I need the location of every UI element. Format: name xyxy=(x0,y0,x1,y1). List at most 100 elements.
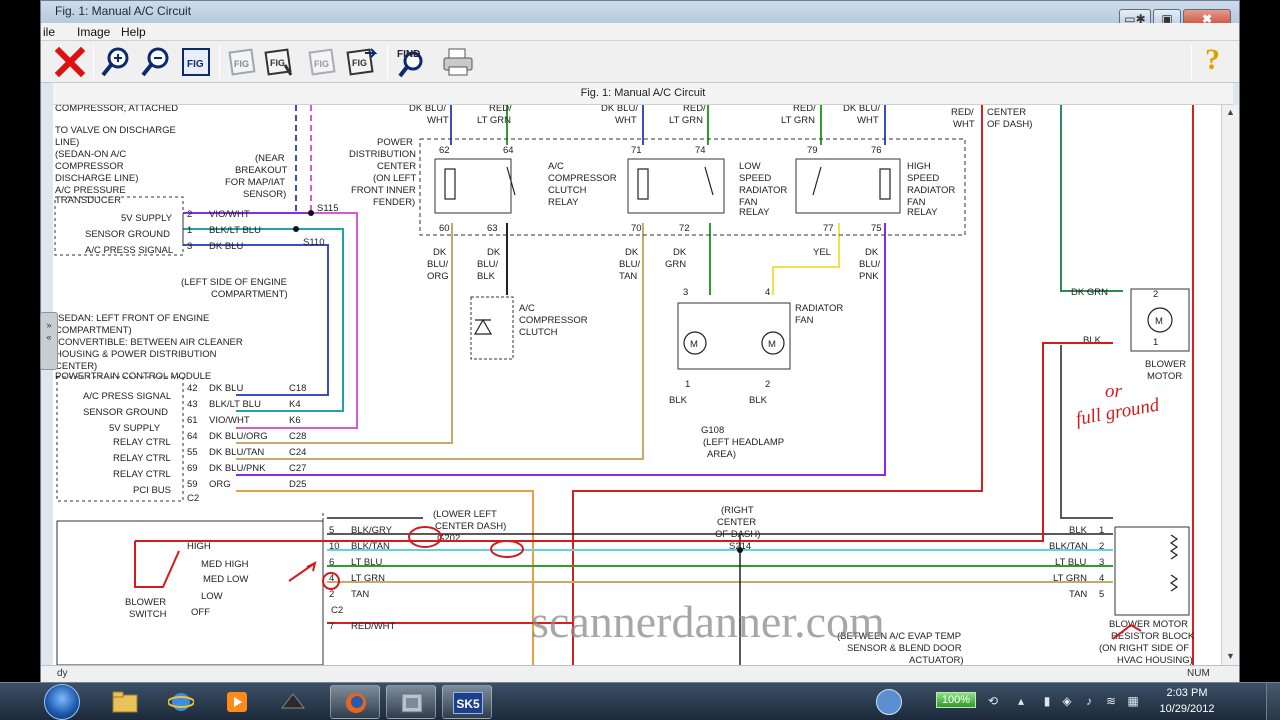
taskbar-app-4[interactable] xyxy=(268,685,318,719)
network-status-icon[interactable] xyxy=(876,689,902,715)
blower-motor-label: M xyxy=(1155,316,1163,327)
switch-pos-3: MED LOW xyxy=(203,574,248,585)
show-desktop-button[interactable] xyxy=(1266,683,1280,720)
side-panel-toggle[interactable]: » « xyxy=(40,312,58,370)
relay3-box xyxy=(795,158,901,214)
figure-print-icon[interactable]: FIG xyxy=(225,45,259,79)
label-s214: S214 xyxy=(729,541,751,552)
taskbar-firefox[interactable] xyxy=(330,685,380,719)
pcm-pin-6: 59 xyxy=(187,479,198,490)
zoom-out-icon[interactable] xyxy=(139,45,173,79)
switch-pos-4: LOW xyxy=(201,591,223,602)
relay1-box xyxy=(434,158,512,214)
pcm-wire-6: ORG xyxy=(209,479,231,490)
taskbar-explorer[interactable] xyxy=(100,685,150,719)
wire-dkgrn-blower xyxy=(1060,105,1123,292)
resistor-wire-1: BLK/TAN xyxy=(1049,541,1088,552)
relay2-box xyxy=(627,158,725,214)
resistor-wire-3: LT GRN xyxy=(1053,573,1087,584)
toolbar: FIG FIG FIG FIG FIG FIND ? xyxy=(41,41,1239,83)
title-bar[interactable]: Fig. 1: Manual A/C Circuit ▭✱ ▣ ✖ xyxy=(41,1,1239,30)
wire-below-1-0: DK xyxy=(487,247,501,258)
svg-text:FIG: FIG xyxy=(187,59,204,70)
status-bar: dy NUM xyxy=(41,665,1239,682)
left-note-7: TRANSDUCER xyxy=(55,195,121,206)
start-button[interactable] xyxy=(44,684,80,720)
handwriting-or: or xyxy=(1105,381,1123,402)
relay3-name-1: SPEED xyxy=(907,173,939,184)
zoom-in-icon[interactable] xyxy=(99,45,133,79)
scroll-up-icon[interactable]: ▲ xyxy=(1226,107,1235,117)
top-label-dkblu-wht-2: DK BLU/ xyxy=(601,105,638,114)
splice-s110 xyxy=(293,226,299,232)
taskbar-sk5[interactable]: SK5 xyxy=(442,685,492,719)
pdc-2: CENTER xyxy=(377,161,416,172)
switch-pos-2: MED HIGH xyxy=(201,559,249,570)
shield-icon[interactable]: ◈ xyxy=(1060,694,1074,708)
figure-previous-icon[interactable]: FIG xyxy=(305,45,339,79)
pcm-label-0: A/C PRESS SIGNAL xyxy=(83,391,171,402)
figure-next-icon[interactable]: FIG xyxy=(345,45,379,79)
figure-hand-icon[interactable]: FIG xyxy=(263,45,297,79)
pcm-note-5: POWERTRAIN CONTROL MODULE xyxy=(55,371,211,382)
top-label-dkblu-wht-3b: WHT xyxy=(857,115,879,126)
clock-date[interactable]: 10/29/2012 xyxy=(1152,703,1222,715)
relay2-name-4: RELAY xyxy=(739,207,770,218)
clock-time[interactable]: 2:03 PM xyxy=(1152,687,1222,699)
taskbar-app-6[interactable] xyxy=(386,685,436,719)
wire-below-0-1: BLU/ xyxy=(427,259,448,270)
menu-file[interactable]: ile xyxy=(43,25,55,39)
pcm-pin-2: 61 xyxy=(187,415,198,426)
switch-wire-4: TAN xyxy=(351,589,369,600)
printer-icon[interactable] xyxy=(441,45,475,79)
relay1-name-3: RELAY xyxy=(548,197,579,208)
taskbar-internet-explorer[interactable] xyxy=(156,685,206,719)
relay2-name-2: RADIATOR xyxy=(739,185,787,196)
top-label-red-ltgrn-2b: LT GRN xyxy=(669,115,703,126)
relay3-pin-2: 77 xyxy=(823,223,834,234)
volume-icon[interactable]: ♪ xyxy=(1082,694,1096,708)
relay1-name-2: CLUTCH xyxy=(548,185,587,196)
menu-help[interactable]: Help xyxy=(121,25,146,39)
svg-text:FIG: FIG xyxy=(314,59,329,69)
watermark: scannerdanner.com xyxy=(531,596,885,647)
taskbar-media-player[interactable] xyxy=(212,685,262,719)
pcm-pin-1: 43 xyxy=(187,399,198,410)
fan-pin3: 3 xyxy=(683,287,688,298)
app-6-icon xyxy=(401,693,423,713)
relay-internals xyxy=(444,166,1179,592)
relay2-pin-2: 70 xyxy=(631,223,642,234)
wire-below-2-2: TAN xyxy=(619,271,637,282)
wiring-diagram[interactable]: DK BLU/ WHT RED/ LT GRN DK BLU/ WHT RED/… xyxy=(53,105,1221,665)
figure-title-bar: Fig. 1: Manual A/C Circuit xyxy=(53,83,1233,105)
wireless-icon[interactable]: ≋ xyxy=(1104,694,1118,708)
menu-image[interactable]: Image xyxy=(77,25,110,39)
network-icon[interactable]: ▦ xyxy=(1126,694,1140,708)
svg-text:FIG: FIG xyxy=(352,58,367,68)
switch-c2: C2 xyxy=(331,605,343,616)
num-lock-indicator: NUM xyxy=(1187,668,1210,679)
resistor-box xyxy=(1114,526,1190,616)
relay3-pin-1: 76 xyxy=(871,145,882,156)
switch-name-1: SWITCH xyxy=(129,609,167,620)
clutch-box xyxy=(470,296,514,360)
pcm-cav-5: C27 xyxy=(289,463,306,474)
resistor-pin-0: 1 xyxy=(1099,525,1104,536)
sync-icon[interactable]: ⟲ xyxy=(986,694,1000,708)
help-icon[interactable]: ? xyxy=(1205,43,1220,77)
pdc-1: DISTRIBUTION xyxy=(349,149,416,160)
scroll-down-icon[interactable]: ▼ xyxy=(1226,651,1235,661)
exit-icon[interactable] xyxy=(53,45,87,79)
battery-indicator[interactable]: 100% xyxy=(936,692,976,708)
pdc-3: (ON LEFT xyxy=(373,173,416,184)
tray-expand-icon[interactable]: ▴ xyxy=(1014,694,1028,708)
pcm-pin-0: 42 xyxy=(187,383,198,394)
fan-blk2: BLK xyxy=(749,395,768,406)
relay1-coil xyxy=(444,168,456,200)
top-label-red-wht: RED/ xyxy=(951,107,974,118)
fit-figure-icon[interactable]: FIG xyxy=(179,45,213,79)
vertical-scrollbar[interactable]: ▲ ▼ xyxy=(1221,105,1239,665)
device-icon[interactable]: ▮ xyxy=(1040,694,1054,708)
top-label-center: CENTER xyxy=(987,107,1026,118)
transducer-pin-2: 3 xyxy=(187,241,192,252)
